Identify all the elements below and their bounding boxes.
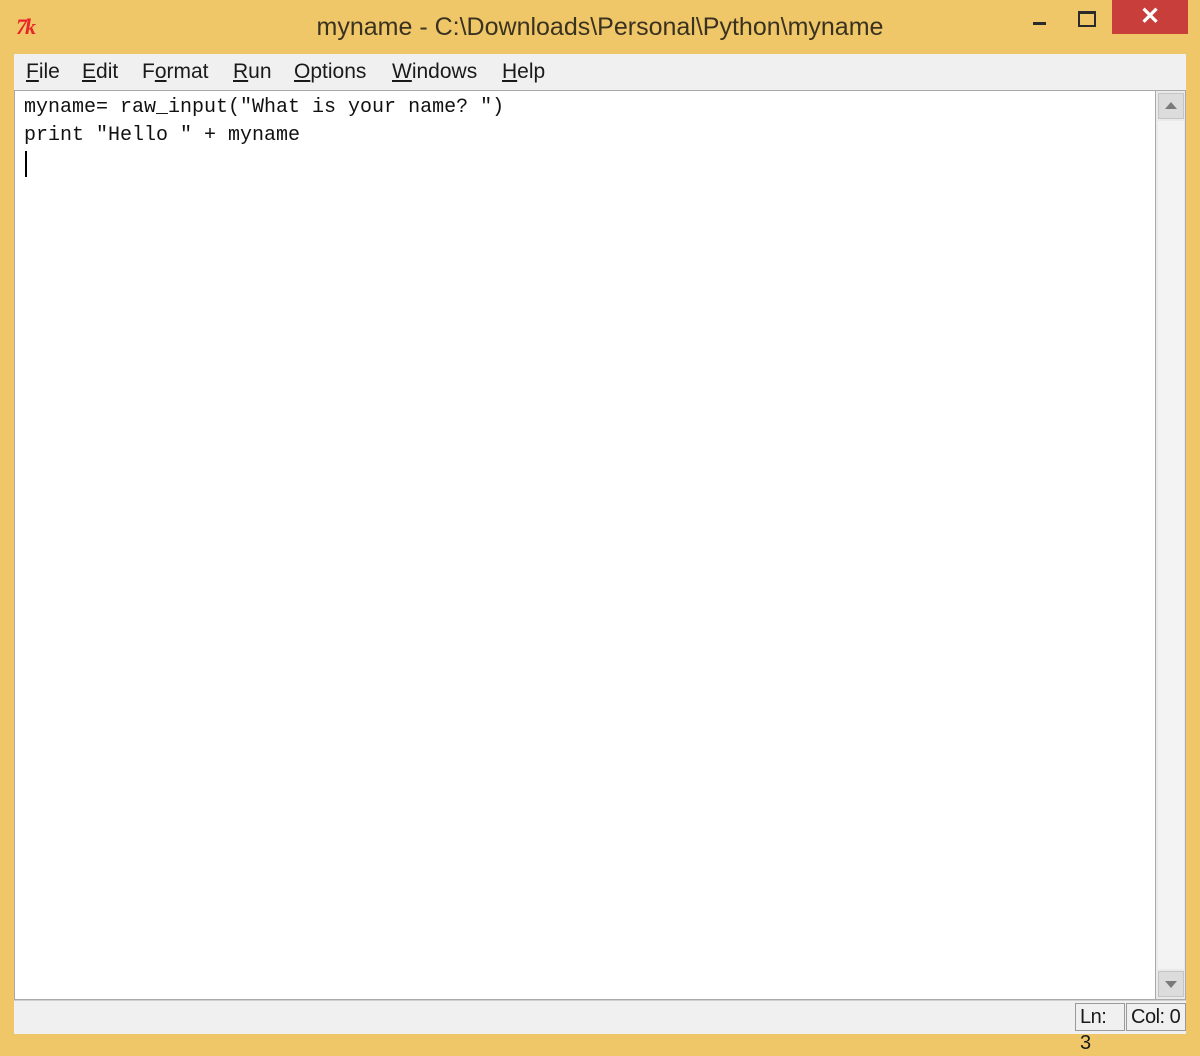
menu-options[interactable]: Options [294,59,366,85]
menu-format[interactable]: Format [142,59,209,85]
scrollbar-track[interactable] [1158,121,1184,969]
menu-run-label: un [248,60,272,83]
menu-file-mnemonic: F [26,60,39,83]
maximize-button[interactable] [1064,0,1110,40]
menu-windows-mnemonic: W [392,60,412,83]
menu-edit[interactable]: Edit [82,59,118,85]
menu-options-label: ptions [310,60,367,83]
menu-help[interactable]: Help [502,59,545,85]
menu-windows-label: indows [411,60,478,83]
scroll-up-arrow-icon[interactable] [1158,93,1184,119]
menu-file[interactable]: File [26,59,60,85]
idle-editor-window: 7k myname - C:\Downloads\Personal\Python… [0,0,1200,1054]
menu-edit-mnemonic: E [82,60,97,83]
scroll-down-arrow-icon[interactable] [1158,971,1184,997]
status-column-number: Col: 0 [1126,1003,1186,1031]
menu-options-mnemonic: O [294,60,311,83]
code-line-2: print "Hello " + myname [24,124,301,147]
vertical-scrollbar[interactable] [1155,90,1186,1000]
menu-format-mnemonic: o [154,60,167,83]
menu-file-label: ile [38,60,60,83]
menu-help-label: elp [517,60,546,83]
menu-bar: File Edit Format Run Options Windows Hel… [14,54,1186,91]
menu-run-mnemonic: R [233,60,249,83]
menu-help-mnemonic: H [502,60,518,83]
menu-format-prefix: F [142,60,155,83]
menu-run[interactable]: Run [233,59,272,85]
minimize-button[interactable] [1016,0,1064,40]
status-bar: Ln: 3 Col: 0 [14,1000,1186,1054]
code-line-1: myname= raw_input("What is your name? ") [24,96,505,119]
close-button[interactable]: ✕ [1112,0,1188,34]
menu-edit-label: dit [96,60,119,83]
text-cursor [25,151,27,177]
code-editor[interactable]: myname= raw_input("What is your name? ")… [14,90,1155,1000]
title-bar[interactable]: 7k myname - C:\Downloads\Personal\Python… [0,0,1200,54]
status-line-number: Ln: 3 [1075,1003,1125,1054]
close-icon: ✕ [1139,3,1161,30]
menu-windows[interactable]: Windows [392,59,477,85]
menu-format-label: rmat [166,60,209,83]
